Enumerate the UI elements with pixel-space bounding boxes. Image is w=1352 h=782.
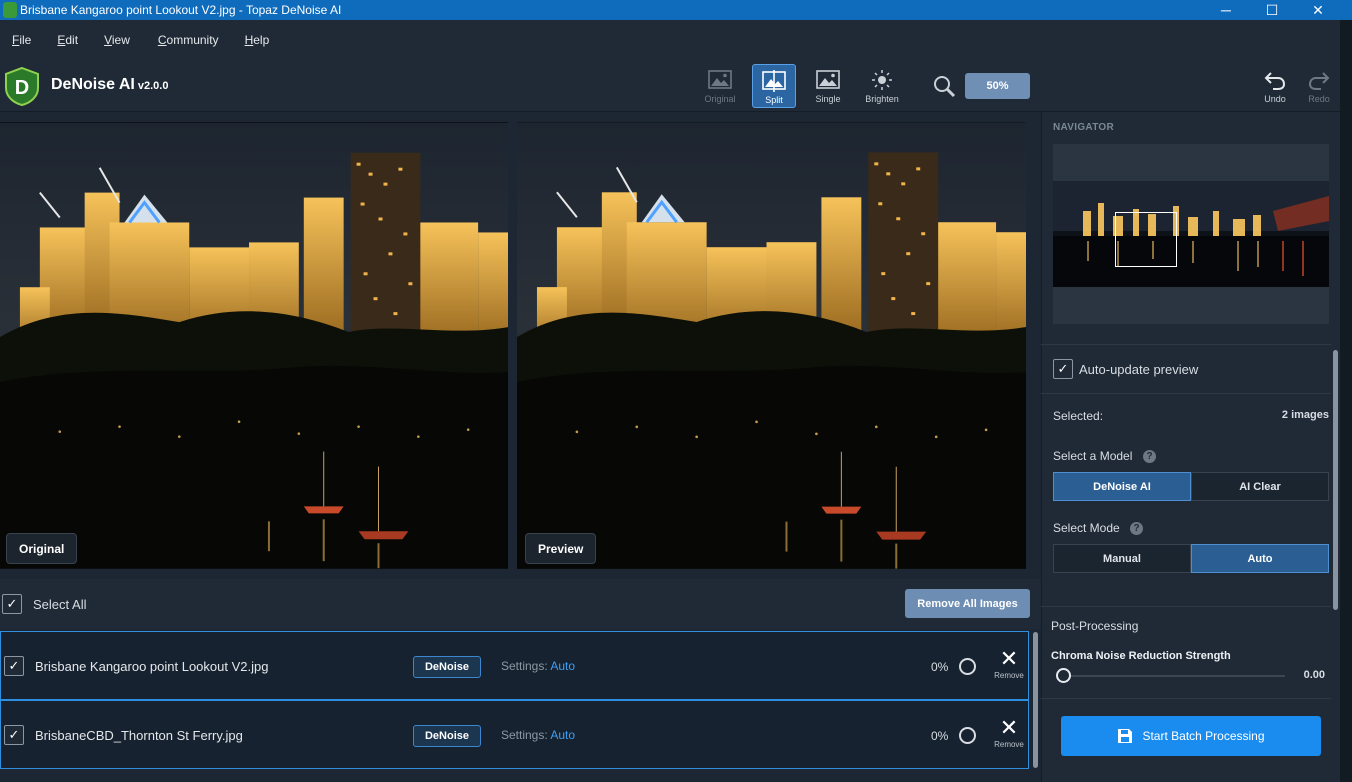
panel-divider	[1041, 606, 1331, 607]
menu-help[interactable]: Help	[245, 33, 270, 47]
row-checkbox[interactable]: ✓	[4, 725, 24, 745]
split-view-icon	[762, 70, 786, 92]
preview-photo	[517, 122, 1026, 569]
post-processing-heading: Post-Processing	[1051, 619, 1139, 633]
file-name: Brisbane Kangaroo point Lookout V2.jpg	[35, 659, 269, 674]
app-name: DeNoise AI v2.0.0	[51, 76, 169, 93]
close-icon: ✕	[999, 646, 1019, 671]
mode-auto[interactable]: Auto	[1191, 544, 1329, 573]
model-denoise-ai[interactable]: DeNoise AI	[1053, 472, 1191, 501]
navigator-title: NAVIGATOR	[1053, 122, 1115, 133]
app-icon	[3, 2, 17, 18]
auto-update-checkbox[interactable]: ✓	[1053, 359, 1073, 379]
view-single-button[interactable]: Single	[806, 64, 850, 108]
chroma-label: Chroma Noise Reduction Strength	[1051, 650, 1231, 662]
navigator-thumbnail[interactable]	[1053, 181, 1329, 287]
maximize-button[interactable]: ☐	[1249, 0, 1295, 20]
view-split-button[interactable]: Split	[752, 64, 796, 108]
undo-button[interactable]: Undo	[1253, 64, 1297, 108]
select-all-label: Select All	[33, 597, 87, 612]
denoise-button[interactable]: DeNoise	[413, 725, 481, 747]
preview-image-pane[interactable]	[517, 122, 1026, 569]
image-list-header	[0, 579, 1041, 629]
sun-icon	[872, 70, 892, 90]
save-icon	[1118, 729, 1133, 743]
original-photo	[0, 122, 508, 569]
denoise-button[interactable]: DeNoise	[413, 656, 481, 678]
denoise-logo-icon: D	[5, 66, 39, 106]
auto-update-label: Auto-update preview	[1079, 362, 1199, 377]
redo-icon	[1308, 72, 1330, 90]
window-edge	[1340, 20, 1352, 782]
row-checkbox[interactable]: ✓	[4, 656, 24, 676]
title-bar: Brisbane Kangaroo point Lookout V2.jpg -…	[0, 0, 1352, 20]
chroma-slider-track[interactable]	[1063, 675, 1285, 677]
image-icon	[708, 70, 732, 89]
selected-count: 2 images	[1281, 409, 1329, 421]
table-row[interactable]: ✓ BrisbaneCBD_Thornton St Ferry.jpg DeNo…	[0, 700, 1029, 769]
progress-percent: 0%	[931, 660, 949, 674]
preview-label: Preview	[525, 533, 597, 564]
remove-button[interactable]: ✕ Remove	[989, 648, 1029, 688]
zoom-icon[interactable]	[932, 74, 956, 98]
table-row[interactable]: ✓ Brisbane Kangaroo point Lookout V2.jpg…	[0, 631, 1029, 700]
minimize-button[interactable]: ─	[1203, 0, 1249, 20]
original-image-pane[interactable]	[0, 122, 508, 569]
mode-label: Select Mode	[1053, 521, 1120, 535]
panel-scrollbar[interactable]	[1333, 350, 1338, 610]
zoom-level[interactable]: 50%	[965, 73, 1030, 99]
progress-ring-icon	[959, 658, 976, 675]
model-label: Select a Model	[1053, 449, 1133, 463]
toolbar: D DeNoise AI v2.0.0 Original Split Single…	[0, 60, 1340, 112]
list-scrollbar[interactable]	[1033, 632, 1038, 768]
close-button[interactable]: ✕	[1295, 0, 1341, 20]
start-batch-button[interactable]: Start Batch Processing	[1061, 716, 1321, 756]
remove-button[interactable]: ✕ Remove	[989, 717, 1029, 757]
mode-manual[interactable]: Manual	[1053, 544, 1191, 573]
svg-text:D: D	[15, 77, 29, 99]
chroma-value: 0.00	[1303, 669, 1325, 681]
chroma-slider-handle[interactable]	[1056, 668, 1071, 683]
model-ai-clear[interactable]: AI Clear	[1191, 472, 1329, 501]
row-settings[interactable]: Settings: Auto	[501, 728, 575, 742]
progress-ring-icon	[959, 727, 976, 744]
original-label: Original	[6, 533, 78, 564]
panel-divider	[1041, 344, 1331, 345]
help-icon[interactable]: ?	[1143, 450, 1156, 463]
select-all-checkbox[interactable]: ✓	[2, 594, 22, 614]
view-original-button[interactable]: Original	[698, 64, 742, 108]
menu-community[interactable]: Community	[158, 33, 219, 47]
brighten-button[interactable]: Brighten	[860, 64, 904, 108]
row-settings[interactable]: Settings: Auto	[501, 659, 575, 673]
undo-icon	[1264, 72, 1286, 90]
single-view-icon	[816, 70, 840, 89]
selected-label: Selected:	[1053, 409, 1104, 423]
progress-percent: 0%	[931, 729, 949, 743]
close-icon: ✕	[999, 715, 1019, 740]
panel-divider	[1041, 698, 1331, 699]
redo-button[interactable]: Redo	[1297, 64, 1341, 108]
menu-bar: File Edit View Community Help	[0, 20, 1340, 60]
menu-edit[interactable]: Edit	[57, 33, 78, 47]
panel-divider	[1041, 393, 1331, 394]
file-name: BrisbaneCBD_Thornton St Ferry.jpg	[35, 728, 243, 743]
menu-view[interactable]: View	[104, 33, 130, 47]
window-title: Brisbane Kangaroo point Lookout V2.jpg -…	[20, 3, 342, 17]
remove-all-button[interactable]: Remove All Images	[905, 589, 1030, 618]
menu-file[interactable]: File	[12, 33, 31, 47]
navigator-viewport-frame[interactable]	[1115, 212, 1177, 267]
help-icon[interactable]: ?	[1130, 522, 1143, 535]
